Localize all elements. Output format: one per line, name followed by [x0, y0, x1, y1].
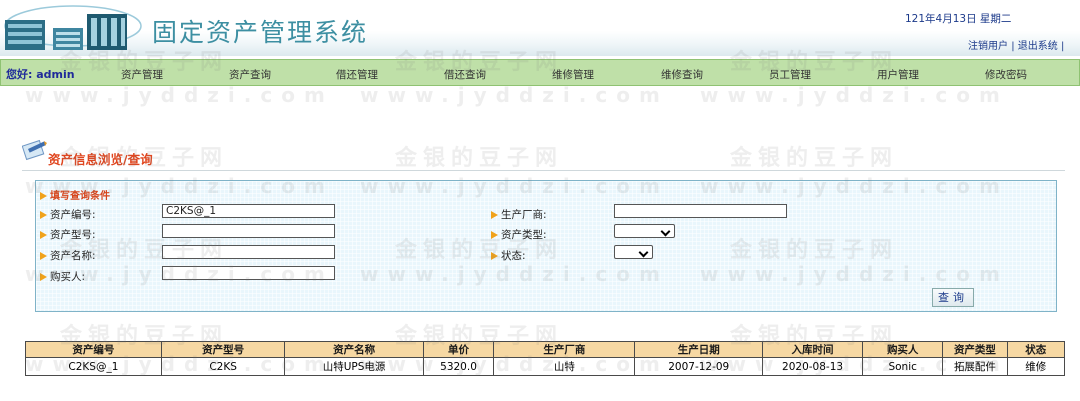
system-title: 固定资产管理系统	[152, 18, 369, 47]
status-select[interactable]	[614, 245, 653, 259]
col-asset-name: 资产名称	[284, 341, 424, 358]
section-divider	[22, 170, 1065, 171]
arrow-right-icon	[40, 273, 47, 281]
cell-status: 维修	[1006, 357, 1066, 376]
watermark-url: www.jyddzi.com	[700, 83, 1009, 107]
results-table: 资产编号 资产型号 资产名称 单价 生产厂商 生产日期 入库时间 购买人 资产类…	[25, 341, 1066, 376]
cell-unit-price: 5320.0	[422, 357, 495, 376]
date-display: 121年4月13日 星期二	[905, 13, 1012, 25]
cell-asset-model: C2KS	[160, 357, 286, 376]
header-banner: 固定资产管理系统 121年4月13日 星期二 注销用户 | 退出系统 |	[0, 0, 1080, 56]
cell-asset-type: 拓展配件	[942, 357, 1008, 376]
col-manufacturer: 生产厂商	[493, 341, 636, 358]
welcome-text: 您好: admin	[6, 66, 75, 82]
watermark-cn: 金银的豆子网	[395, 146, 564, 171]
username: admin	[36, 68, 75, 81]
cell-storage-time: 2020-08-13	[762, 357, 864, 376]
nav-employee-management[interactable]: 员工管理	[769, 67, 811, 82]
buyer-input[interactable]	[162, 266, 335, 280]
form-hint: 填写查询条件	[40, 187, 110, 202]
link-separator-trailing: |	[1060, 41, 1065, 52]
query-form-panel: 填写查询条件 资产编号: 资产型号: 资产名称: 购买人: 生产厂商: 资产类型…	[35, 180, 1057, 312]
asset-name-input[interactable]	[162, 245, 335, 259]
asset-no-label: 资产编号:	[40, 207, 96, 222]
manufacturer-label-text: 生产厂商:	[501, 209, 547, 221]
exit-system-link[interactable]: 退出系统	[1018, 41, 1058, 52]
asset-no-input[interactable]	[162, 204, 335, 218]
cell-asset-no: C2KS@_1	[25, 357, 162, 376]
header-links: 注销用户 | 退出系统 |	[968, 37, 1064, 52]
col-asset-no: 资产编号	[25, 341, 162, 358]
nav-change-password[interactable]: 修改密码	[985, 67, 1027, 82]
arrow-right-icon	[491, 211, 498, 219]
welcome-prefix: 您好:	[6, 68, 33, 81]
manufacturer-label: 生产厂商:	[491, 207, 547, 222]
col-production-date: 生产日期	[634, 341, 764, 358]
arrow-right-icon	[40, 192, 47, 200]
section-title: 资产信息浏览/查询	[48, 152, 153, 167]
buyer-label: 购买人:	[40, 269, 85, 284]
building-logo-icon	[4, 5, 142, 50]
link-separator: |	[1011, 41, 1015, 52]
status-label-text: 状态:	[501, 250, 526, 262]
cell-asset-name: 山特UPS电源	[284, 357, 424, 376]
asset-name-label-text: 资产名称:	[50, 250, 96, 262]
watermark-cn: 金银的豆子网	[730, 146, 899, 171]
col-storage-time: 入库时间	[762, 341, 864, 358]
form-hint-text: 填写查询条件	[50, 191, 110, 202]
arrow-right-icon	[491, 252, 498, 260]
status-label: 状态:	[491, 248, 526, 263]
asset-type-select[interactable]	[614, 224, 675, 238]
nav-borrow-query[interactable]: 借还查询	[444, 67, 486, 82]
asset-model-label-text: 资产型号:	[50, 229, 96, 241]
watermark-url: www.jyddzi.com	[25, 83, 334, 107]
col-asset-type: 资产类型	[942, 341, 1008, 358]
nav-user-management[interactable]: 用户管理	[877, 67, 919, 82]
nav-borrow-management[interactable]: 借还管理	[336, 67, 378, 82]
watermark-url: www.jyddzi.com	[360, 83, 669, 107]
nav-asset-management[interactable]: 资产管理	[121, 67, 163, 82]
table-header-row: 资产编号 资产型号 资产名称 单价 生产厂商 生产日期 入库时间 购买人 资产类…	[25, 341, 1066, 358]
asset-model-label: 资产型号:	[40, 227, 96, 242]
asset-type-label: 资产类型:	[491, 227, 547, 242]
cell-buyer: Sonic	[862, 357, 944, 376]
asset-name-label: 资产名称:	[40, 248, 96, 263]
asset-type-label-text: 资产类型:	[501, 229, 547, 241]
nav-repair-management[interactable]: 维修管理	[552, 67, 594, 82]
cell-production-date: 2007-12-09	[634, 357, 764, 376]
table-row[interactable]: C2KS@_1 C2KS 山特UPS电源 5320.0 山特 2007-12-0…	[25, 357, 1066, 376]
main-nav: 您好: admin 资产管理 资产查询 借还管理 借还查询 维修管理 维修查询 …	[0, 59, 1080, 86]
col-unit-price: 单价	[422, 341, 495, 358]
col-asset-model: 资产型号	[160, 341, 286, 358]
nav-repair-query[interactable]: 维修查询	[661, 67, 703, 82]
arrow-right-icon	[40, 252, 47, 260]
search-button[interactable]: 查询	[932, 288, 974, 307]
arrow-right-icon	[40, 231, 47, 239]
asset-no-label-text: 资产编号:	[50, 209, 96, 221]
col-status: 状态	[1006, 341, 1066, 358]
col-buyer: 购买人	[862, 341, 944, 358]
cell-manufacturer: 山特	[493, 357, 636, 376]
manufacturer-input[interactable]	[614, 204, 787, 218]
arrow-right-icon	[491, 231, 498, 239]
asset-model-input[interactable]	[162, 224, 335, 238]
pencil-document-icon	[22, 139, 47, 161]
logout-user-link[interactable]: 注销用户	[968, 41, 1008, 52]
nav-asset-query[interactable]: 资产查询	[229, 67, 271, 82]
arrow-right-icon	[40, 211, 47, 219]
buyer-label-text: 购买人:	[50, 271, 86, 283]
